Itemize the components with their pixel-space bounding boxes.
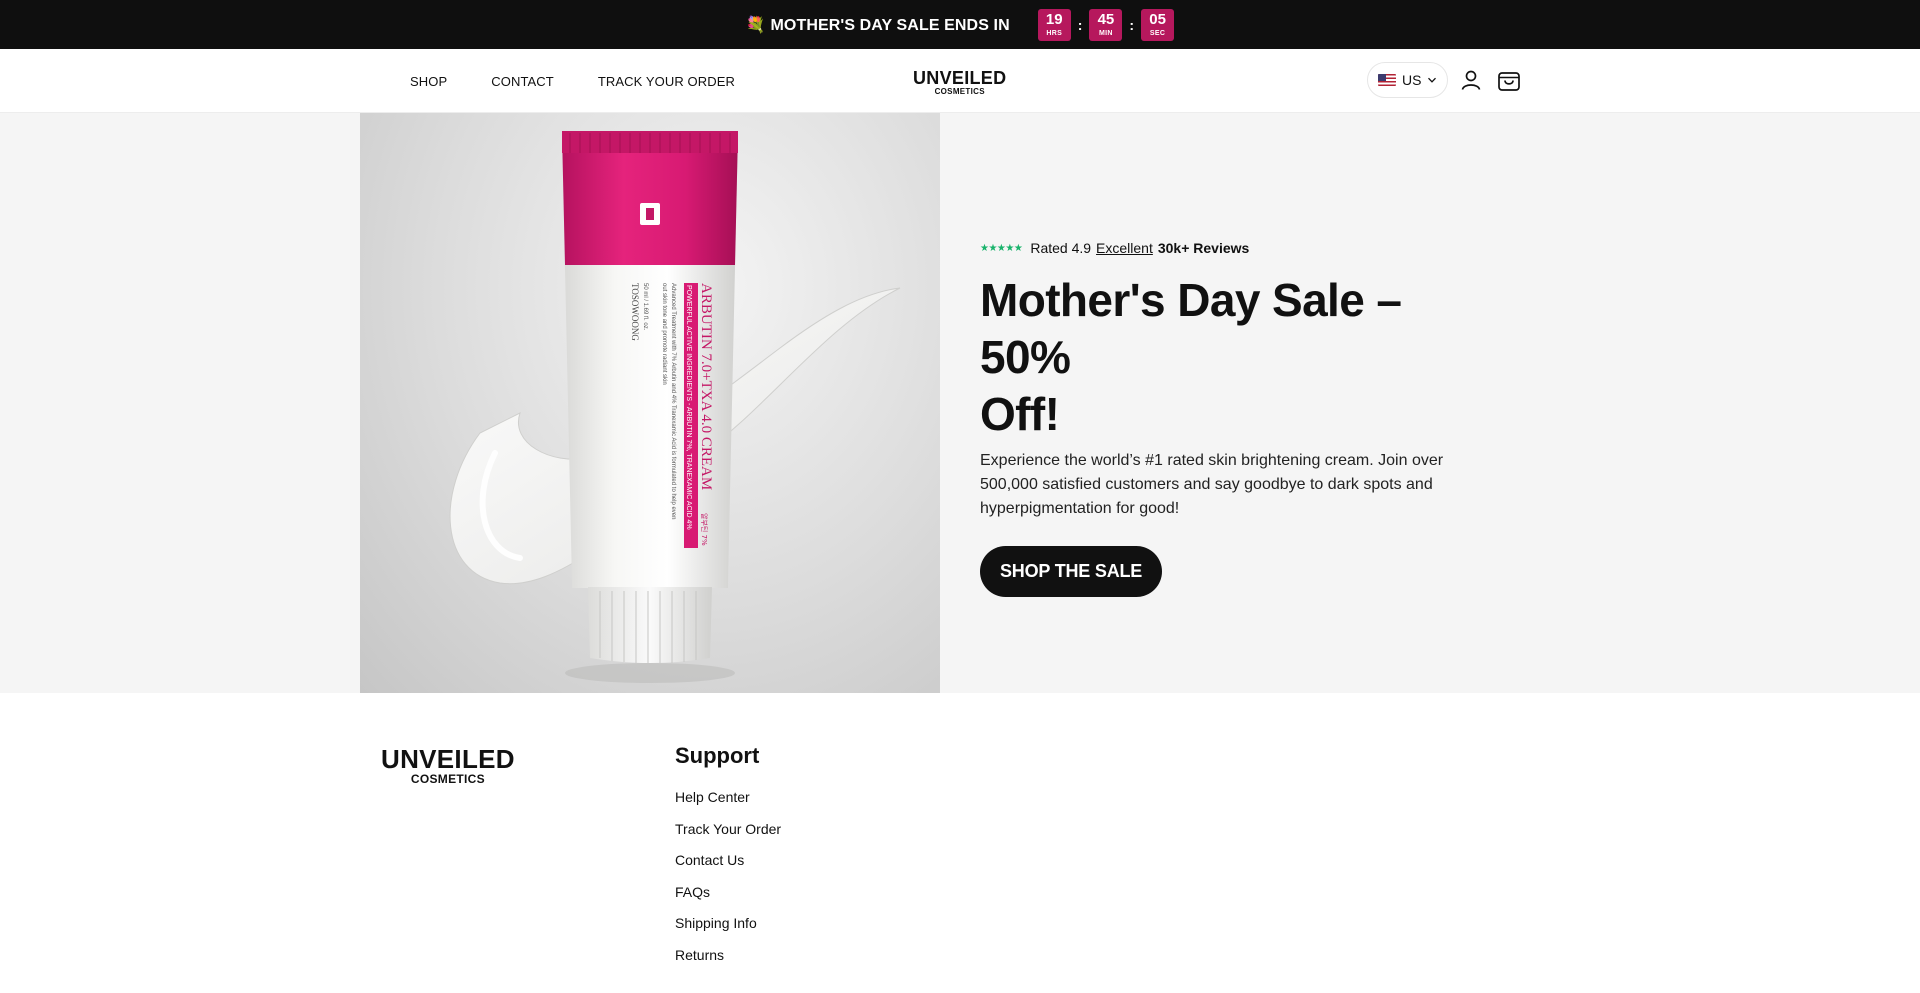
support-links: Help Center Track Your Order Contact Us … — [675, 782, 781, 972]
nav-shop-link[interactable]: SHOP — [410, 74, 447, 89]
header-actions: US — [1367, 62, 1524, 98]
product-description-line-1: Advanced Treatment with 7% Arbutin and 4… — [670, 283, 676, 519]
account-button[interactable] — [1456, 65, 1486, 95]
product-korean: 알부틴 7% — [700, 513, 709, 546]
flower-icon: 💐 — [745, 16, 766, 34]
hero-content: ★★★★★ Rated 4.9 Excellent 30k+ Reviews M… — [980, 240, 1500, 597]
footer-brand-logo[interactable]: UNVEILED COSMETICS — [381, 746, 515, 785]
account-icon — [1462, 70, 1481, 90]
footer-link-returns[interactable]: Returns — [675, 940, 781, 972]
us-flag-icon — [1378, 74, 1396, 86]
announcement-text: MOTHER'S DAY SALE ENDS IN — [770, 16, 1010, 34]
country-code: US — [1402, 72, 1422, 88]
footer-link-contact-us[interactable]: Contact Us — [675, 845, 781, 877]
footer-logo-subtitle: COSMETICS — [410, 772, 485, 786]
product-image: POWERFUL ACTIVE INGREDIENTS - ARBUTIN 7%… — [360, 113, 940, 693]
countdown-separator: : — [1077, 16, 1083, 33]
nav-contact-link[interactable]: CONTACT — [491, 74, 554, 89]
site-header: SHOP CONTACT TRACK YOUR ORDER UNVEILED C… — [0, 49, 1920, 113]
footer-link-shipping-info[interactable]: Shipping Info — [675, 908, 781, 940]
countdown-separator: : — [1129, 16, 1135, 33]
countdown-hours-value: 19 — [1045, 11, 1063, 28]
product-ingredients-band: POWERFUL ACTIVE INGREDIENTS - ARBUTIN 7%… — [685, 285, 692, 530]
countdown-seconds-value: 05 — [1149, 11, 1166, 28]
site-footer: UNVEILED COSMETICS Support Help Center T… — [0, 693, 1920, 993]
rating-review-count: 30k+ Reviews — [1157, 240, 1250, 256]
brand-logo-name: UNVEILED — [913, 68, 1007, 88]
support-heading: Support — [675, 743, 760, 768]
support-column: Support Help Center Track Your Order Con… — [675, 743, 781, 972]
countdown-hours: 19 HRS — [1037, 8, 1071, 41]
countdown-minutes-label: MIN — [1099, 30, 1113, 37]
countdown-hours-label: HRS — [1046, 30, 1063, 37]
announcement-message: 💐 MOTHER'S DAY SALE ENDS IN — [746, 15, 1010, 35]
nav-track-order-link[interactable]: TRACK YOUR ORDER — [598, 74, 735, 89]
countdown-seconds: 05 SEC — [1141, 8, 1175, 41]
hero-section: POWERFUL ACTIVE INGREDIENTS - ARBUTIN 7%… — [0, 113, 1920, 693]
announcement-bar: 💐 MOTHER'S DAY SALE ENDS IN 19 HRS : 45 … — [0, 0, 1920, 49]
hero-title-line-1: Mother's Day Sale – 50% — [980, 274, 1402, 383]
rating-stars-icon: ★★★★★ — [980, 242, 1023, 254]
product-maker: TOSOWOONG — [630, 283, 640, 341]
hero-description: Experience the world’s #1 rated skin bri… — [980, 452, 1444, 517]
brand-logo-subtitle: COSMETICS — [934, 87, 985, 96]
main-nav: SHOP CONTACT TRACK YOUR ORDER — [410, 49, 735, 113]
hero-title: Mother's Day Sale – 50% Off! — [980, 272, 1500, 443]
countdown-minutes: 45 MIN — [1089, 8, 1123, 41]
countdown-seconds-label: SEC — [1149, 30, 1166, 37]
rating-summary: ★★★★★ Rated 4.9 Excellent 30k+ Reviews — [980, 240, 1500, 256]
chevron-down-icon — [1428, 77, 1437, 83]
product-description-line-2: out skin tone and promote radiant skin — [661, 283, 667, 385]
country-selector[interactable]: US — [1367, 62, 1449, 98]
cart-icon — [1498, 72, 1521, 91]
footer-link-help-center[interactable]: Help Center — [675, 782, 781, 814]
rating-score: Rated 4.9 — [1030, 240, 1092, 256]
footer-link-faqs[interactable]: FAQs — [675, 877, 781, 909]
product-name: ARBUTIN 7.0+TXA 4.0 CREAM — [698, 283, 714, 490]
shop-the-sale-button[interactable]: SHOP THE SALE — [980, 546, 1163, 597]
rating-excellent-link[interactable]: Excellent — [1096, 240, 1153, 256]
product-volume: 50 ml / 1.69 fl. oz. — [642, 283, 648, 331]
product-illustration: POWERFUL ACTIVE INGREDIENTS - ARBUTIN 7%… — [449, 131, 901, 683]
footer-link-track-order[interactable]: Track Your Order — [675, 814, 781, 846]
cart-button[interactable] — [1494, 65, 1524, 95]
hero-title-line-2: Off! — [980, 388, 1060, 440]
countdown-minutes-value: 45 — [1097, 11, 1115, 28]
footer-logo-name: UNVEILED — [381, 744, 515, 774]
brand-logo[interactable]: UNVEILED COSMETICS — [913, 69, 1006, 96]
